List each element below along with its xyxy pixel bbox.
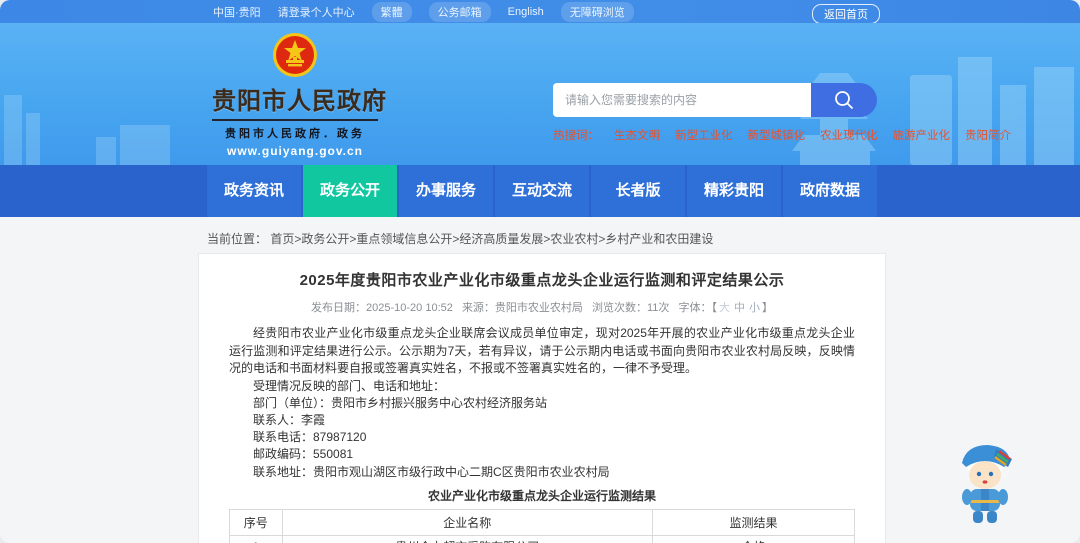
contact-line: 受理情况反映的部门、电话和地址： (253, 378, 446, 393)
contact-line: 联系电话：87987120 (253, 430, 367, 445)
font-size-label: 字体：【 (678, 302, 717, 314)
publish-date: 发布日期：2025-10-20 10:52 (311, 302, 453, 314)
search-input[interactable] (553, 83, 811, 117)
hot-search-term[interactable]: 贵阳简介 (965, 127, 1011, 143)
search-area: 热搜词： 生态文明 新型工业化 新型城镇化 农业现代化 旅游产业化 贵阳简介 (553, 83, 1011, 143)
topbar-link[interactable]: 繁體 (371, 1, 412, 22)
breadcrumb-label: 当前位置： (207, 232, 268, 246)
mascot-character[interactable] (948, 437, 1022, 529)
hot-search-label: 热搜词： (553, 130, 599, 142)
site-logo[interactable]: 贵阳市人民政府 贵阳市人民政府．政务 www.guiyang.gov.cn (212, 32, 387, 158)
nav-item[interactable]: 办事服务 (399, 165, 493, 217)
col-header-result: 监测结果 (652, 508, 855, 536)
article-meta: 发布日期：2025-10-20 10:52 来源：贵阳市农业农村局 浏览次数：1… (199, 299, 885, 315)
hot-search-term[interactable]: 农业现代化 (820, 127, 878, 143)
contact-line: 联系人：李霞 (253, 412, 326, 427)
font-size-large-button[interactable]: 大 (719, 302, 730, 314)
nav-item[interactable]: 政务资讯 (207, 165, 301, 217)
contact-line: 邮政编码：550081 (253, 447, 354, 462)
cell-company-name: 贵州合力超市采购有限公司 (281, 534, 654, 543)
national-emblem-icon (273, 33, 317, 77)
site-subtitle: 贵阳市人民政府．政务 (225, 128, 365, 140)
hot-search-term[interactable]: 新型工业化 (675, 127, 733, 143)
article-source: 来源：贵阳市农业农村局 (461, 302, 583, 314)
topbar-link[interactable]: 公务邮箱 (428, 1, 491, 22)
view-count: 浏览次数：11次 (592, 302, 670, 314)
contact-line: 部门（单位）：贵阳市乡村振兴服务中心农村经济服务站 (253, 395, 548, 410)
article-title: 2025年度贵阳市农业产业化市级重点龙头企业运行监测和评定结果公示 (299, 272, 785, 289)
cell-index: 1 (229, 534, 283, 543)
site-banner: 贵阳市人民政府 贵阳市人民政府．政务 www.guiyang.gov.cn 热搜… (0, 23, 1080, 165)
topbar-link[interactable]: 请登录个人中心 (278, 4, 355, 20)
font-size-label-close: 】 (761, 302, 773, 314)
col-header-company: 企业名称 (281, 508, 654, 536)
result-table-caption: 农业产业化市级重点龙头企业运行监测结果 (427, 488, 656, 503)
breadcrumb: 当前位置： 首页>政务公开>重点领域信息公开>经济高质量发展>农业农村>乡村产业… (207, 230, 713, 247)
monitoring-result-table: 序号 企业名称 监测结果 1 贵州合力超市采购有限公司 合格 (229, 508, 855, 543)
banner-cityscape-left (4, 95, 170, 165)
nav-item[interactable]: 精彩贵阳 (687, 165, 781, 217)
hot-search-term[interactable]: 生态文明 (614, 127, 660, 143)
nav-item[interactable]: 互动交流 (495, 165, 589, 217)
breadcrumb-path[interactable]: 首页>政务公开>重点领域信息公开>经济高质量发展>农业农村>乡村产业和农田建设 (270, 232, 713, 246)
hot-search-term[interactable]: 旅游产业化 (893, 127, 951, 143)
font-size-medium-button[interactable]: 中 (734, 302, 745, 314)
contact-line: 联系地址：贵阳市观山湖区市级行政中心二期C区贵阳市农业农村局 (253, 464, 610, 479)
nav-item[interactable]: 长者版 (591, 165, 685, 217)
topbar-link[interactable]: 无障碍浏览 (560, 1, 634, 22)
return-home-button[interactable]: 返回首页 (812, 4, 880, 24)
search-icon (835, 91, 853, 109)
col-header-index: 序号 (229, 508, 283, 536)
hot-search-term[interactable]: 新型城镇化 (748, 127, 806, 143)
site-name: 贵阳市人民政府 (212, 88, 387, 115)
hot-search-row: 热搜词： 生态文明 新型工业化 新型城镇化 农业现代化 旅游产业化 贵阳简介 (553, 127, 1011, 143)
browser-viewport: 中国·贵阳 请登录个人中心 繁體 公务邮箱 English 无障碍浏览 返回首页 (0, 0, 1080, 543)
logo-divider (212, 119, 378, 121)
table-row: 1 贵州合力超市采购有限公司 合格 (229, 534, 855, 543)
article-body: 经贵阳市农业产业化市级重点龙头企业联席会议成员单位审定，现对2025年开展的农业… (199, 315, 885, 543)
nav-item[interactable]: 政务公开 (303, 165, 397, 217)
table-header-row: 序号 企业名称 监测结果 (229, 508, 855, 536)
article-card: 2025年度贵阳市农业产业化市级重点龙头企业运行监测和评定结果公示 发布日期：2… (198, 253, 886, 543)
page-content: 当前位置： 首页>政务公开>重点领域信息公开>经济高质量发展>农业农村>乡村产业… (0, 217, 1080, 543)
font-size-small-button[interactable]: 小 (749, 302, 760, 314)
cell-result: 合格 (652, 534, 855, 543)
top-utility-bar: 中国·贵阳 请登录个人中心 繁體 公务邮箱 English 无障碍浏览 返回首页 (0, 0, 1080, 24)
topbar-link[interactable]: English (508, 6, 544, 18)
nav-item[interactable]: 政府数据 (783, 165, 877, 217)
site-url: www.guiyang.gov.cn (226, 144, 363, 158)
article-paragraph: 经贵阳市农业产业化市级重点龙头企业联席会议成员单位审定，现对2025年开展的农业… (229, 326, 855, 375)
topbar-links: 中国·贵阳 请登录个人中心 繁體 公务邮箱 English 无障碍浏览 (213, 0, 634, 23)
search-button[interactable] (811, 83, 877, 117)
topbar-link[interactable]: 中国·贵阳 (213, 4, 261, 20)
main-navigation: 政务资讯 政务公开 办事服务 互动交流 长者版 精彩贵阳 政府数据 (0, 165, 1080, 217)
